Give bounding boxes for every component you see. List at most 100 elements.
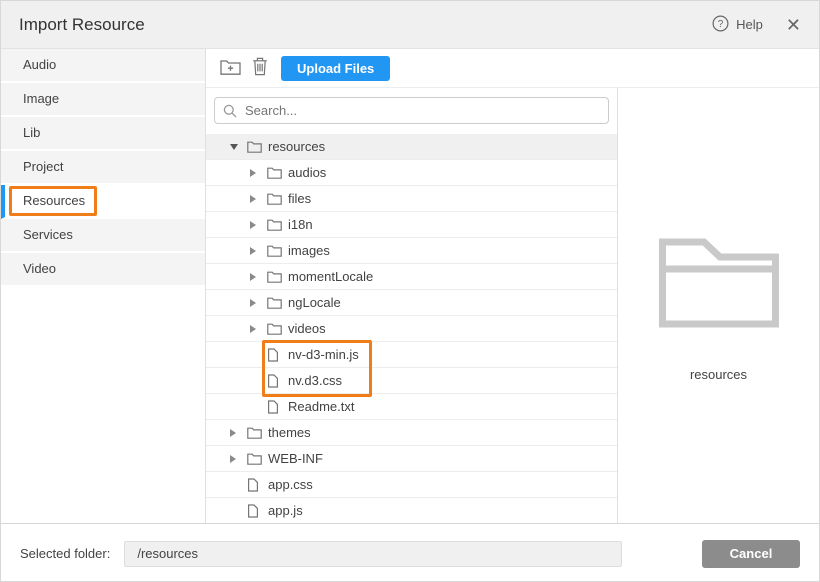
preview-panel: resources (618, 88, 819, 523)
tree-item-label: nv-d3-min.js (288, 347, 359, 362)
sidebar-item-label: Image (23, 91, 59, 106)
folder-icon (267, 218, 288, 231)
tree-item-label: resources (268, 139, 325, 154)
help-button[interactable]: ? Help (712, 15, 763, 35)
tree-item-label: app.css (268, 477, 313, 492)
sidebar: Audio Image Lib Project Resources Services Vid… (1, 49, 206, 523)
tree-item-label: images (288, 243, 330, 258)
tree-row-momentLocale[interactable]: momentLocale (206, 264, 617, 290)
chevron-right-icon[interactable] (250, 221, 267, 229)
chevron-right-icon[interactable] (250, 325, 267, 333)
content-split: resources audios files i18n images momentLoca… (206, 88, 819, 523)
sidebar-item-label: Audio (23, 57, 56, 72)
chevron-down-icon[interactable] (230, 144, 247, 150)
file-icon (267, 400, 288, 414)
file-icon (267, 374, 288, 388)
main-area: Upload Files resources audios files i18n ima… (206, 49, 819, 523)
sidebar-item-label: Services (23, 227, 73, 242)
sidebar-item-label: Video (23, 261, 56, 276)
import-resource-dialog: Import Resource ? Help ✕ Audio Image Lib Pr… (0, 0, 820, 582)
sidebar-item-project[interactable]: Project (1, 151, 205, 185)
folder-icon (267, 166, 288, 179)
sidebar-item-image[interactable]: Image (1, 83, 205, 117)
folder-icon (247, 140, 268, 153)
header-actions: ? Help ✕ (712, 15, 801, 35)
large-folder-icon (658, 232, 780, 333)
search-container (206, 88, 617, 134)
folder-icon (267, 270, 288, 283)
sidebar-item-services[interactable]: Services (1, 219, 205, 253)
folder-icon (247, 452, 268, 465)
folder-icon (267, 322, 288, 335)
upload-files-button[interactable]: Upload Files (281, 56, 390, 81)
tree-row-i18n[interactable]: i18n (206, 212, 617, 238)
tree-item-label: app.js (268, 503, 303, 518)
tree-item-label: ngLocale (288, 295, 341, 310)
chevron-right-icon[interactable] (250, 195, 267, 203)
file-icon (247, 504, 268, 518)
chevron-right-icon[interactable] (250, 299, 267, 307)
tree-row-ngLocale[interactable]: ngLocale (206, 290, 617, 316)
tree-row-app.js[interactable]: app.js (206, 498, 617, 523)
new-folder-button[interactable] (215, 54, 245, 82)
tree-row-Readme.txt[interactable]: Readme.txt (206, 394, 617, 420)
sidebar-item-label: Resources (23, 193, 85, 208)
tree-row-images[interactable]: images (206, 238, 617, 264)
dialog-body: Audio Image Lib Project Resources Services Vid… (1, 49, 819, 523)
sidebar-item-resources[interactable]: Resources (1, 185, 205, 219)
chevron-right-icon[interactable] (250, 169, 267, 177)
close-icon: ✕ (786, 15, 801, 35)
tree-row-videos[interactable]: videos (206, 316, 617, 342)
tree-item-label: Readme.txt (288, 399, 354, 414)
tree-item-label: WEB-INF (268, 451, 323, 466)
file-tree: resources audios files i18n images momentLoca… (206, 134, 617, 523)
help-label: Help (736, 17, 763, 32)
tree-row-app.css[interactable]: app.css (206, 472, 617, 498)
preview-folder-name: resources (690, 367, 747, 382)
tree-row-files[interactable]: files (206, 186, 617, 212)
toolbar: Upload Files (206, 49, 819, 88)
file-icon (247, 478, 268, 492)
sidebar-item-lib[interactable]: Lib (1, 117, 205, 151)
folder-icon (267, 296, 288, 309)
selected-folder-label: Selected folder: (20, 546, 110, 561)
tree-item-label: nv.d3.css (288, 373, 342, 388)
sidebar-item-label: Project (23, 159, 63, 174)
chevron-right-icon[interactable] (230, 455, 247, 463)
tree-row-nv-d3-min.js[interactable]: nv-d3-min.js (206, 342, 617, 368)
folder-icon (267, 192, 288, 205)
selected-folder-input[interactable] (124, 541, 622, 567)
chevron-right-icon[interactable] (230, 429, 247, 437)
dialog-header: Import Resource ? Help ✕ (1, 1, 819, 49)
tree-column: resources audios files i18n images momentLoca… (206, 88, 618, 523)
sidebar-item-video[interactable]: Video (1, 253, 205, 287)
tree-row-WEB-INF[interactable]: WEB-INF (206, 446, 617, 472)
tree-row-resources[interactable]: resources (206, 134, 617, 160)
delete-button[interactable] (245, 54, 275, 82)
footer-bar: Selected folder: Cancel (1, 523, 819, 582)
sidebar-item-label: Lib (23, 125, 40, 140)
tree-item-label: audios (288, 165, 326, 180)
tree-row-themes[interactable]: themes (206, 420, 617, 446)
tree-item-label: files (288, 191, 311, 206)
folder-icon (247, 426, 268, 439)
tree-item-label: i18n (288, 217, 313, 232)
help-icon: ? (712, 15, 729, 35)
file-icon (267, 348, 288, 362)
tree-item-label: videos (288, 321, 326, 336)
tree-row-nv.d3.css[interactable]: nv.d3.css (206, 368, 617, 394)
chevron-right-icon[interactable] (250, 247, 267, 255)
search-input[interactable] (214, 97, 609, 124)
tree-item-label: themes (268, 425, 311, 440)
sidebar-item-audio[interactable]: Audio (1, 49, 205, 83)
close-button[interactable]: ✕ (786, 16, 801, 34)
tree-item-label: momentLocale (288, 269, 373, 284)
svg-text:?: ? (718, 19, 724, 30)
trash-icon (252, 57, 268, 79)
dialog-title: Import Resource (19, 15, 145, 35)
chevron-right-icon[interactable] (250, 273, 267, 281)
cancel-button[interactable]: Cancel (702, 540, 800, 568)
new-folder-icon (220, 58, 241, 78)
folder-icon (267, 244, 288, 257)
tree-row-audios[interactable]: audios (206, 160, 617, 186)
